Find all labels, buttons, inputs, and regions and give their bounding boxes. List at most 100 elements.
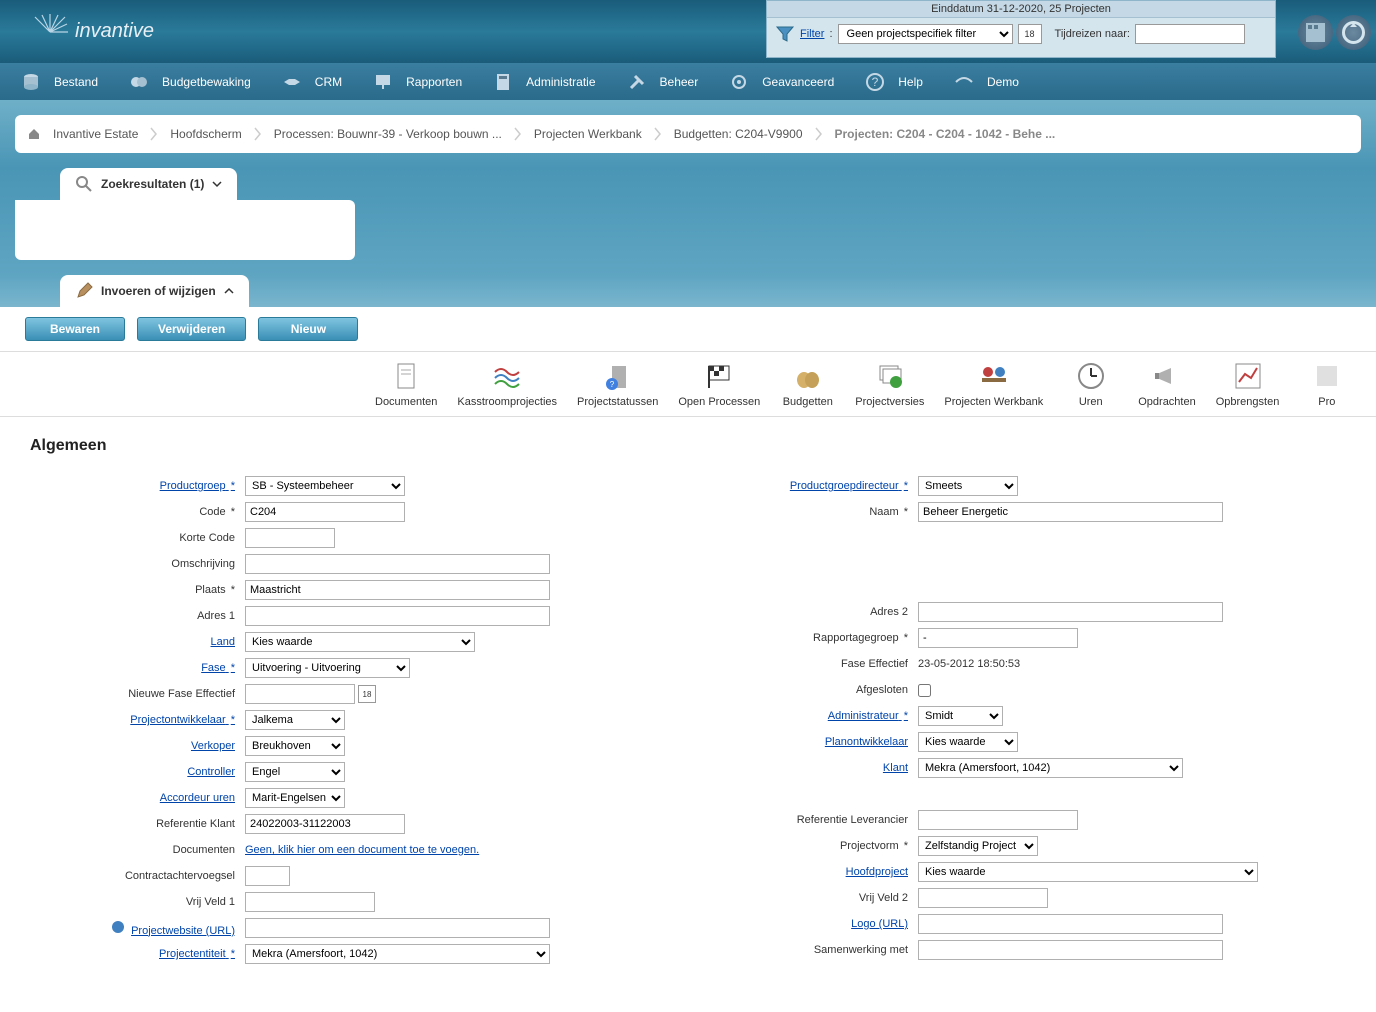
select-verkoper[interactable]: Breukhoven xyxy=(245,736,345,756)
label-hoofdproject[interactable]: Hoofdproject xyxy=(703,866,918,878)
input-adres2[interactable] xyxy=(918,602,1223,622)
top-filter-panel: Einddatum 31-12-2020, 25 Projecten Filte… xyxy=(766,0,1276,58)
label-projectontwikkelaar[interactable]: Projectontwikkelaar * xyxy=(30,714,245,726)
select-accordeur-uren[interactable]: Marit-Engelsen xyxy=(245,788,345,808)
select-land[interactable]: Kies waarde xyxy=(245,632,475,652)
input-vrij-veld-1[interactable] xyxy=(245,892,375,912)
select-controller[interactable]: Engel xyxy=(245,762,345,782)
label-logo-url[interactable]: Logo (URL) xyxy=(703,918,918,930)
link-documenten[interactable]: Geen, klik hier om een document toe te v… xyxy=(245,844,479,856)
label-contractachtervoegsel: Contractachtervoegsel xyxy=(30,870,245,882)
toolbar-more[interactable]: Pro xyxy=(1289,360,1364,408)
section-title: Algemeen xyxy=(30,437,1346,455)
menu-rapporten[interactable]: Rapporten xyxy=(357,63,477,100)
select-productgroepdirecteur[interactable]: Smeets xyxy=(918,476,1018,496)
input-adres1[interactable] xyxy=(245,606,550,626)
label-vrij-veld-1: Vrij Veld 1 xyxy=(30,896,245,908)
input-naam[interactable] xyxy=(918,502,1223,522)
tijdreizen-input[interactable] xyxy=(1135,24,1245,44)
input-vrij-veld-2[interactable] xyxy=(918,888,1048,908)
input-rapportagegroep[interactable] xyxy=(918,628,1078,648)
new-button[interactable]: Nieuw xyxy=(258,317,358,341)
select-klant[interactable]: Mekra (Amersfoort, 1042) xyxy=(918,758,1183,778)
filter-dropdown[interactable]: Geen projectspecifiek filter xyxy=(838,24,1013,44)
select-fase[interactable]: Uitvoering - Uitvoering xyxy=(245,658,410,678)
toolbar-uren[interactable]: Uren xyxy=(1053,360,1128,408)
menu-help[interactable]: ? Help xyxy=(849,63,938,100)
input-code[interactable] xyxy=(245,502,405,522)
menu-demo[interactable]: Demo xyxy=(938,63,1034,100)
menu-administratie[interactable]: Administratie xyxy=(477,63,610,100)
menu-budgetbewaking[interactable]: Budgetbewaking xyxy=(113,63,266,100)
input-contractachtervoegsel[interactable] xyxy=(245,866,290,886)
input-referentie-klant[interactable] xyxy=(245,814,405,834)
label-verkoper[interactable]: Verkoper xyxy=(30,740,245,752)
magnifier-icon xyxy=(75,175,93,193)
input-nieuwe-fase-effectief[interactable] xyxy=(245,684,355,704)
breadcrumb-item-5[interactable]: Projecten: C204 - C204 - 1042 - Behe ... xyxy=(831,125,1060,143)
label-projectvorm: Projectvorm * xyxy=(703,840,918,852)
calendar-button[interactable]: 18 xyxy=(1018,24,1042,44)
input-projectwebsite[interactable] xyxy=(245,918,550,938)
menu-beheer[interactable]: Beheer xyxy=(611,63,714,100)
label-projectentiteit[interactable]: Projectentiteit * xyxy=(30,948,245,960)
label-planontwikkelaar[interactable]: Planontwikkelaar xyxy=(703,736,918,748)
menu-crm[interactable]: CRM xyxy=(266,63,357,100)
input-referentie-leverancier[interactable] xyxy=(918,810,1078,830)
building-icon[interactable] xyxy=(1298,15,1333,50)
select-hoofdproject[interactable]: Kies waarde xyxy=(918,862,1258,882)
search-tab-label: Zoekresultaten (1) xyxy=(101,177,204,191)
input-plaats[interactable] xyxy=(245,580,550,600)
building-status-icon: ? xyxy=(602,360,634,392)
handshake-icon xyxy=(281,71,303,93)
calendar-icon[interactable]: 18 xyxy=(358,685,376,703)
label-controller[interactable]: Controller xyxy=(30,766,245,778)
breadcrumb-item-2[interactable]: Processen: Bouwnr-39 - Verkoop bouwn ... xyxy=(270,125,506,143)
search-tab-area: Zoekresultaten (1) xyxy=(0,168,1376,275)
select-projectvorm[interactable]: Zelfstandig Project xyxy=(918,836,1038,856)
input-korte-code[interactable] xyxy=(245,528,335,548)
breadcrumb-item-3[interactable]: Projecten Werkbank xyxy=(530,125,646,143)
search-results-tab[interactable]: Zoekresultaten (1) xyxy=(60,168,237,200)
label-administrateur[interactable]: Administrateur * xyxy=(703,710,918,722)
label-fase[interactable]: Fase * xyxy=(30,662,245,674)
select-projectentiteit[interactable]: Mekra (Amersfoort, 1042) xyxy=(245,944,550,964)
checkbox-afgesloten[interactable] xyxy=(918,684,931,697)
label-productgroep[interactable]: Productgroep * xyxy=(30,480,245,492)
delete-button[interactable]: Verwijderen xyxy=(137,317,246,341)
select-productgroep[interactable]: SB - Systeembeheer xyxy=(245,476,405,496)
edit-tab[interactable]: Invoeren of wijzigen xyxy=(60,275,249,307)
save-button[interactable]: Bewaren xyxy=(25,317,125,341)
database-icon xyxy=(20,71,42,93)
input-samenwerking-met[interactable] xyxy=(918,940,1223,960)
select-projectontwikkelaar[interactable]: Jalkema xyxy=(245,710,345,730)
toolbar-budgetten[interactable]: Budgetten xyxy=(770,360,845,408)
input-logo-url[interactable] xyxy=(918,914,1223,934)
toolbar-projectversies[interactable]: Projectversies xyxy=(845,360,934,408)
toolbar-documenten[interactable]: Documenten xyxy=(365,360,447,408)
toolbar-projecten-werkbank[interactable]: Projecten Werkbank xyxy=(934,360,1053,408)
toolbar-opdrachten[interactable]: Opdrachten xyxy=(1128,360,1205,408)
toolbar-open-processen[interactable]: Open Processen xyxy=(668,360,770,408)
select-planontwikkelaar[interactable]: Kies waarde xyxy=(918,732,1018,752)
toolbar-projectstatussen[interactable]: ? Projectstatussen xyxy=(567,360,668,408)
label-land[interactable]: Land xyxy=(30,636,245,648)
breadcrumb-item-4[interactable]: Budgetten: C204-V9900 xyxy=(670,125,807,143)
home-icon[interactable] xyxy=(27,127,41,141)
waves-icon xyxy=(491,360,523,392)
input-omschrijving[interactable] xyxy=(245,554,550,574)
toolbar-kasstroomprojecties[interactable]: Kasstroomprojecties xyxy=(447,360,567,408)
label-referentie-leverancier: Referentie Leverancier xyxy=(703,814,918,826)
label-klant[interactable]: Klant xyxy=(703,762,918,774)
refresh-icon[interactable] xyxy=(1336,15,1371,50)
breadcrumb-item-1[interactable]: Hoofdscherm xyxy=(166,125,245,143)
menu-bestand[interactable]: Bestand xyxy=(5,63,113,100)
filter-label[interactable]: Filter xyxy=(800,28,824,40)
breadcrumb-item-0[interactable]: Invantive Estate xyxy=(49,125,142,143)
label-productgroepdirecteur[interactable]: Productgroepdirecteur * xyxy=(703,480,918,492)
toolbar-opbrengsten[interactable]: Opbrengsten xyxy=(1206,360,1290,408)
label-accordeur-uren[interactable]: Accordeur uren xyxy=(30,792,245,804)
select-administrateur[interactable]: Smidt xyxy=(918,706,1003,726)
logo[interactable]: invantive xyxy=(0,12,154,52)
menu-geavanceerd[interactable]: Geavanceerd xyxy=(713,63,849,100)
